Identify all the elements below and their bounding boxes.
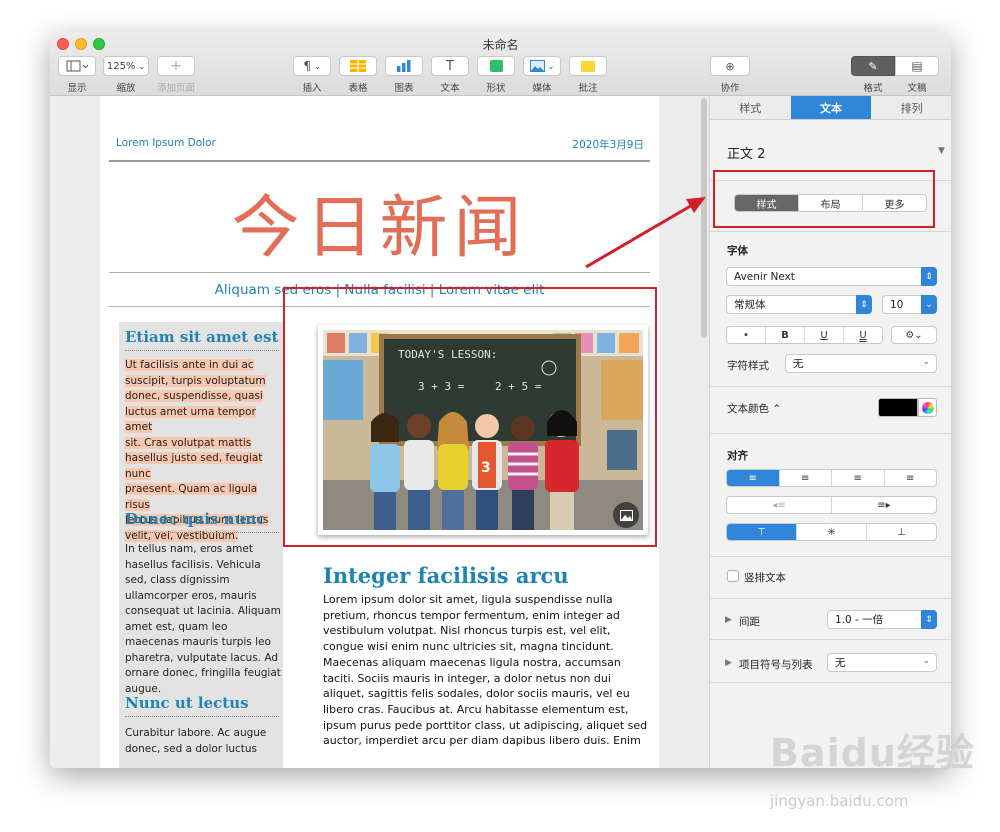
baidu-watermark-url: jingyan.baidu.com: [770, 792, 909, 810]
baidu-watermark: Baidu经验: [770, 731, 975, 775]
annotation-arrow: [585, 197, 706, 269]
